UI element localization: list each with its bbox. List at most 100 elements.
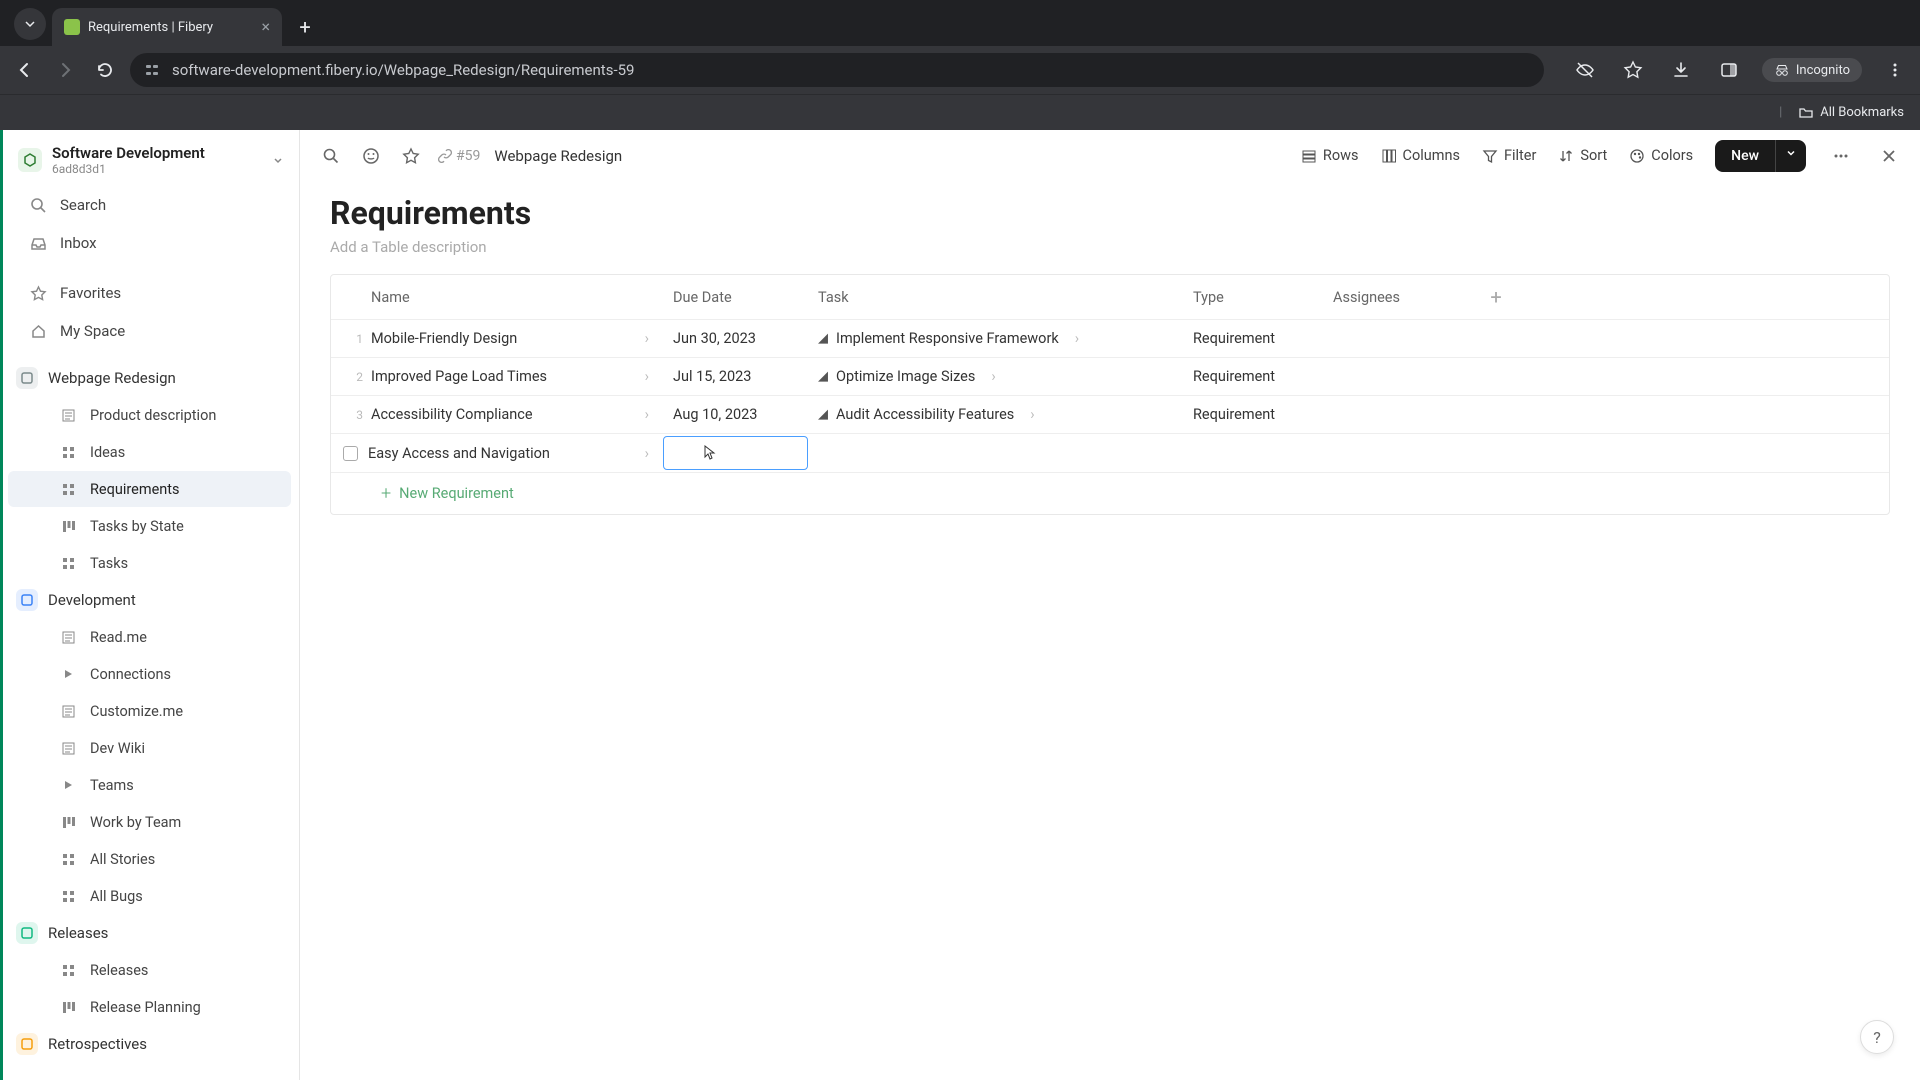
more-icon[interactable] [1828,143,1854,169]
task-chip[interactable]: ◢Implement Responsive Framework› [818,330,1079,347]
tab-search-dropdown[interactable] [14,8,46,40]
sidebar-item-release-planning[interactable]: Release Planning [8,989,291,1025]
new-tab-button[interactable]: + [290,12,320,42]
sidebar-favorites[interactable]: Favorites [8,275,291,311]
eye-off-icon[interactable] [1570,55,1600,85]
col-header-due[interactable]: Due Date [661,275,806,319]
search-icon[interactable] [318,143,344,169]
sidebar-item-product-description[interactable]: Product description [8,397,291,433]
sidebar-item-dev-wiki[interactable]: Dev Wiki [8,730,291,766]
sidebar-item-ideas[interactable]: Ideas [8,434,291,470]
cell-name[interactable]: 2Improved Page Load Times› [331,358,661,395]
sidebar-search[interactable]: Search [8,187,291,223]
task-chip[interactable]: ◢Audit Accessibility Features› [818,406,1035,423]
sidebar-item-releases[interactable]: Releases [8,952,291,988]
side-panel-icon[interactable] [1714,55,1744,85]
chevron-right-icon[interactable]: › [645,368,649,385]
sidebar-space-development[interactable]: Development [0,582,299,618]
bookmark-star-icon[interactable] [1618,55,1648,85]
row-checkbox[interactable] [343,446,358,461]
cell-assignees[interactable] [1321,320,1471,357]
new-button[interactable]: New [1715,140,1775,172]
sidebar-space-releases[interactable]: Releases [0,915,299,951]
col-header-type[interactable]: Type [1181,275,1321,319]
close-icon[interactable] [1876,143,1902,169]
add-column-button[interactable]: + [1471,275,1521,319]
emoji-icon[interactable] [358,143,384,169]
sidebar-item-requirements[interactable]: Requirements [8,471,291,507]
incognito-badge[interactable]: Incognito [1762,58,1862,82]
cell-assignees[interactable] [1321,358,1471,395]
downloads-icon[interactable] [1666,55,1696,85]
table-row[interactable]: Easy Access and Navigation› [331,434,1889,473]
workspace-switcher[interactable]: Software Development 6ad8d3d1 [0,130,299,186]
cell-task[interactable]: ◢Optimize Image Sizes› [806,358,1181,395]
all-bookmarks-button[interactable]: All Bookmarks [1820,105,1904,120]
back-button[interactable] [10,55,40,85]
star-icon[interactable] [398,143,424,169]
breadcrumb-name[interactable]: Webpage Redesign [494,147,622,165]
cell-assignees[interactable] [1321,396,1471,433]
sidebar-item-all-bugs[interactable]: All Bugs [8,878,291,914]
tool-rows[interactable]: Rows [1301,147,1359,164]
sidebar-item-tasks[interactable]: Tasks [8,545,291,581]
sidebar-inbox[interactable]: Inbox [8,225,291,261]
url-bar[interactable]: software-development.fibery.io/Webpage_R… [130,53,1544,87]
sidebar-space-webpage-redesign[interactable]: Webpage Redesign [0,360,299,396]
browser-tab[interactable]: Requirements | Fibery × [52,8,282,46]
cell-due-date[interactable] [663,436,808,470]
tool-filter[interactable]: Filter [1482,147,1536,164]
task-chip[interactable]: ◢Optimize Image Sizes› [818,368,996,385]
new-dropdown[interactable] [1775,140,1806,172]
tool-columns[interactable]: Columns [1381,147,1460,164]
cell-assignees[interactable] [1325,434,1475,472]
view-icon [58,812,78,832]
cell-due-date[interactable]: Aug 10, 2023 [661,396,806,433]
cell-type[interactable]: Requirement [1181,396,1321,433]
tab-close-icon[interactable]: × [261,19,270,35]
cell-task[interactable]: ◢Implement Responsive Framework› [806,320,1181,357]
workspace-icon [18,148,42,172]
cell-due-date[interactable]: Jun 30, 2023 [661,320,806,357]
forward-button[interactable] [50,55,80,85]
browser-menu-icon[interactable] [1880,55,1910,85]
cell-type[interactable]: Requirement [1181,320,1321,357]
table-row[interactable]: 3Accessibility Compliance› Aug 10, 2023 … [331,396,1889,434]
cell-task[interactable] [810,434,1185,472]
sidebar-item-all-stories[interactable]: All Stories [8,841,291,877]
site-settings-icon[interactable] [144,62,160,78]
table-row[interactable]: 1Mobile-Friendly Design› Jun 30, 2023 ◢I… [331,320,1889,358]
tool-colors[interactable]: Colors [1629,147,1693,164]
chevron-right-icon[interactable]: › [645,330,649,347]
col-header-assignees[interactable]: Assignees [1321,275,1471,319]
cell-type[interactable] [1185,434,1325,472]
cell-task[interactable]: ◢Audit Accessibility Features› [806,396,1181,433]
sidebar-item-customize.me[interactable]: Customize.me [8,693,291,729]
col-header-task[interactable]: Task [806,275,1181,319]
sidebar-item-tasks-by-state[interactable]: Tasks by State [8,508,291,544]
help-button[interactable]: ? [1860,1020,1894,1054]
sidebar-item-read.me[interactable]: Read.me [8,619,291,655]
sidebar-item-connections[interactable]: Connections [8,656,291,692]
sidebar-item-work-by-team[interactable]: Work by Team [8,804,291,840]
cell-name[interactable]: 1Mobile-Friendly Design› [331,320,661,357]
cell-type[interactable]: Requirement [1181,358,1321,395]
sidebar-space-retrospectives[interactable]: Retrospectives [0,1026,299,1062]
page-title[interactable]: Requirements [330,194,1890,232]
col-header-name[interactable]: Name [331,275,661,319]
tool-sort[interactable]: Sort [1558,147,1607,164]
chevron-right-icon[interactable]: › [645,445,649,462]
reload-button[interactable] [90,55,120,85]
cell-name[interactable]: 3Accessibility Compliance› [331,396,661,433]
cell-name[interactable]: Easy Access and Navigation› [331,434,661,472]
page-description[interactable]: Add a Table description [330,238,1890,256]
chevron-right-icon: › [991,368,995,385]
table-row[interactable]: 2Improved Page Load Times› Jul 15, 2023 … [331,358,1889,396]
cell-due-date[interactable]: Jul 15, 2023 [661,358,806,395]
breadcrumb-id[interactable]: #59 [438,148,480,164]
view-icon [58,627,78,647]
sidebar-my-space[interactable]: My Space [8,313,291,349]
sidebar-item-teams[interactable]: Teams [8,767,291,803]
chevron-right-icon[interactable]: › [645,406,649,423]
new-requirement-button[interactable]: + New Requirement [331,473,1889,514]
